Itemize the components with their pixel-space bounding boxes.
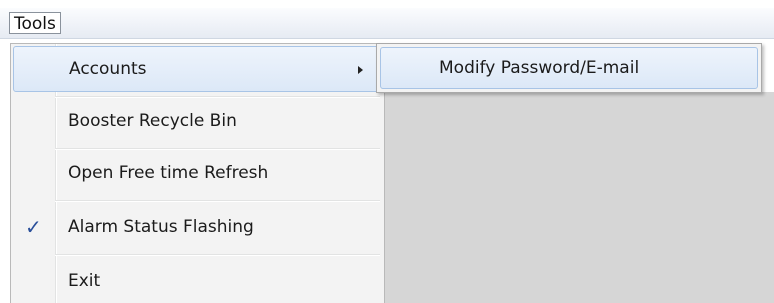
menu-item-alarm-status-flashing[interactable]: ✓ Alarm Status Flashing [13,204,382,250]
menu-item-accounts[interactable]: Accounts [13,46,382,92]
menu-separator [55,200,380,202]
menu-item-booster-recycle-bin[interactable]: Booster Recycle Bin [13,98,382,144]
app-content-area [385,92,774,303]
menu-item-label: Accounts [69,59,147,79]
screen: Tools Accounts Booster Recycle Bin Open … [0,0,774,303]
check-icon: ✓ [25,215,42,239]
menu-tools[interactable]: Tools [9,12,61,34]
menu-item-label: Open Free time Refresh [68,163,269,183]
menu-item-exit[interactable]: Exit [13,258,382,303]
menu-item-label: Exit [68,271,101,291]
menu-item-modify-password-email[interactable]: Modify Password/E-mail [380,47,758,89]
menu-bar: Tools [0,8,774,39]
menu-separator [55,254,380,256]
menu-item-label: Booster Recycle Bin [68,111,237,131]
menu-item-label: Modify Password/E-mail [439,58,640,78]
accounts-submenu: Modify Password/E-mail [376,43,762,93]
menu-item-open-free-time-refresh[interactable]: Open Free time Refresh [13,150,382,196]
chevron-right-icon [358,66,363,74]
menu-item-label: Alarm Status Flashing [68,217,254,237]
tools-dropdown-menu: Accounts Booster Recycle Bin Open Free t… [10,43,385,303]
